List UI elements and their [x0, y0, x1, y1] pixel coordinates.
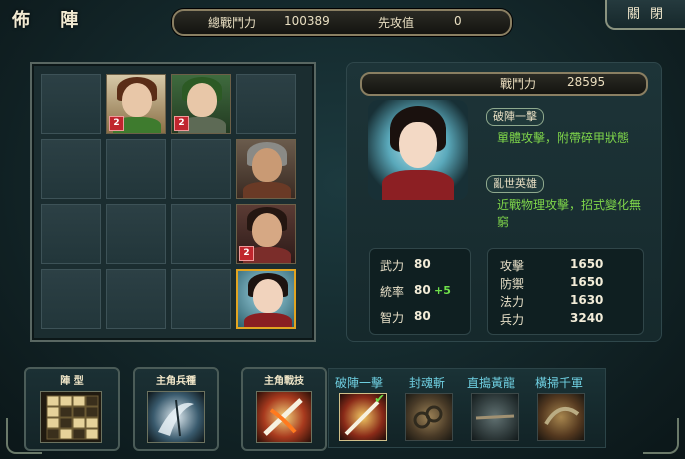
level-badge: 2	[239, 246, 254, 261]
hero-face	[187, 83, 217, 117]
hero-face	[253, 279, 283, 313]
sweep-arc-icon	[544, 406, 580, 426]
hero-face	[122, 83, 152, 117]
tongshuai-bonus: +5	[434, 284, 451, 297]
equipped-check-icon: ✔	[374, 392, 385, 407]
tongshuai-value: 80	[414, 283, 431, 297]
skill2-name: 亂世英雄	[486, 175, 544, 193]
wuli-label: 武力	[380, 259, 405, 273]
formation-cell[interactable]	[41, 74, 101, 134]
formation-grid: 2 2 2	[30, 62, 316, 342]
close-button[interactable]: 關閉	[605, 0, 685, 30]
chain-icon	[413, 405, 443, 429]
skill-icon-4[interactable]	[537, 393, 585, 441]
initiative-label: 先攻值	[378, 16, 415, 30]
attribute-box: 武力 80 統率 80 +5 智力 80	[369, 248, 471, 335]
hero-face	[252, 213, 282, 247]
sword-swirl-icon	[158, 399, 194, 437]
hero-portrait	[368, 100, 468, 200]
formation-pattern-grid	[46, 395, 99, 440]
formation-cell[interactable]	[41, 139, 101, 199]
skill-label-2: 封魂斬	[409, 376, 446, 390]
formation-cell[interactable]	[106, 139, 166, 199]
skill1-name: 破陣一擊	[486, 108, 544, 126]
battle-skill-label: 主角戰技	[264, 376, 304, 387]
skill1-desc: 單體攻擊，附帶碎甲狀態	[497, 131, 630, 145]
total-power-bar: 總戰鬥力 100389 先攻值 0	[172, 9, 512, 36]
troop-type-icon	[147, 391, 205, 443]
total-power-value: 100389	[284, 14, 330, 28]
hero-power-bar: 戰鬥力 28595	[360, 72, 648, 96]
skill-label-1: 破陣一擊	[335, 376, 384, 390]
flaming-blade-icon	[263, 398, 303, 436]
initiative-value: 0	[454, 14, 462, 28]
hero-power-value: 28595	[567, 75, 606, 89]
hero-body	[244, 313, 292, 327]
hero-body	[243, 182, 291, 198]
formation-type-slot[interactable]: 陣 型	[24, 367, 120, 451]
battle-skill-slot[interactable]: 主角戰技	[241, 367, 327, 451]
hero-main-character[interactable]	[236, 269, 296, 329]
formation-cell[interactable]	[106, 204, 166, 264]
formation-pattern-icon	[40, 391, 102, 443]
hero-green-headband[interactable]: 2	[171, 74, 231, 134]
level-badge: 2	[109, 116, 124, 131]
defense-label: 防禦	[500, 277, 525, 291]
formation-cell[interactable]	[236, 74, 296, 134]
magic-value: 1630	[570, 293, 604, 307]
troops-value: 3240	[570, 311, 604, 325]
portrait-body	[382, 170, 454, 200]
skill2-desc: 近戰物理攻擊，招式變化無窮	[497, 198, 642, 229]
skill-label-4: 橫掃千軍	[535, 376, 584, 390]
skill-list: 破陣一擊 封魂斬 直搗黃龍 橫掃千軍 ✔	[328, 368, 606, 448]
formation-cell[interactable]	[171, 269, 231, 329]
magic-label: 法力	[500, 295, 525, 309]
spear-thrust-icon	[475, 414, 515, 420]
page-title: 佈 陣	[12, 10, 91, 31]
hero-girl-brown-hair[interactable]: 2	[106, 74, 166, 134]
level-badge: 2	[174, 116, 189, 131]
attack-value: 1650	[570, 257, 604, 271]
portrait-face	[399, 122, 437, 168]
skill-icon-3[interactable]	[471, 393, 519, 441]
attack-label: 攻擊	[500, 259, 525, 273]
skill-icon-2[interactable]	[405, 393, 453, 441]
troops-label: 兵力	[500, 313, 525, 327]
frame-corner-bottom-right	[643, 418, 679, 454]
formation-cell[interactable]	[171, 139, 231, 199]
hero-helmet-warrior[interactable]	[236, 139, 296, 199]
skill-icon-1[interactable]: ✔	[339, 392, 387, 441]
formation-cell[interactable]	[171, 204, 231, 264]
formation-type-label: 陣 型	[60, 376, 84, 387]
hero-dark-hair-man[interactable]: 2	[236, 204, 296, 264]
tongshuai-label: 統率	[380, 285, 405, 299]
zhili-label: 智力	[380, 311, 405, 325]
hero-power-label: 戰鬥力	[500, 77, 537, 91]
hero-face	[252, 148, 282, 182]
formation-cell[interactable]	[106, 269, 166, 329]
zhili-value: 80	[414, 309, 431, 323]
skill-label-3: 直搗黃龍	[467, 376, 516, 390]
formation-cell[interactable]	[41, 269, 101, 329]
defense-value: 1650	[570, 275, 604, 289]
troop-type-slot[interactable]: 主角兵種	[133, 367, 219, 451]
battle-skill-icon	[256, 391, 312, 443]
total-power-label: 總戰鬥力	[208, 16, 257, 30]
formation-cell[interactable]	[41, 204, 101, 264]
troop-type-label: 主角兵種	[156, 376, 196, 387]
wuli-value: 80	[414, 257, 431, 271]
combat-stat-box: 攻擊 1650 防禦 1650 法力 1630 兵力 3240	[487, 248, 644, 335]
game-window: 佈 陣 總戰鬥力 100389 先攻值 0 關閉 2 2 2 戰鬥力 28595…	[0, 0, 685, 459]
